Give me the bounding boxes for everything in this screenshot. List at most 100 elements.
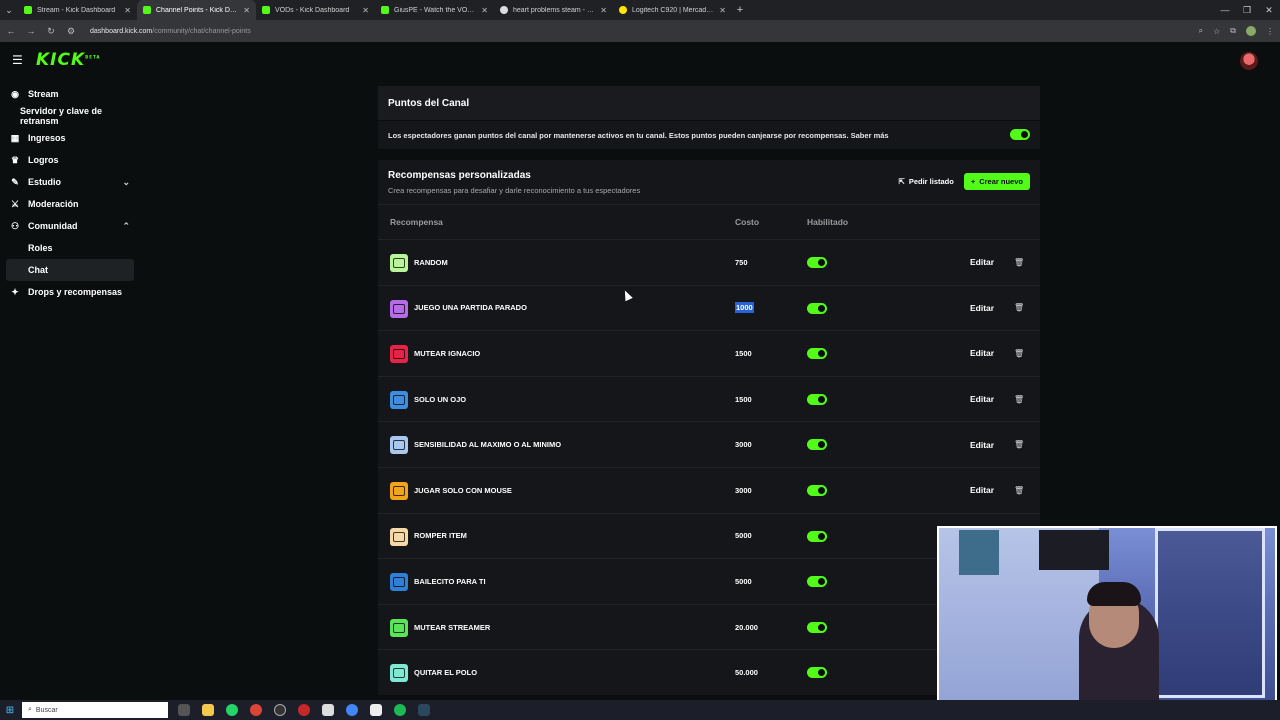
reward-enabled-toggle[interactable]	[807, 302, 827, 314]
sidebar-item[interactable]: ◉ Stream	[0, 83, 140, 105]
chevron-down-icon[interactable]: ⌄	[122, 177, 130, 188]
reward-enabled-toggle[interactable]	[807, 348, 827, 360]
webcam-shelf	[1155, 528, 1265, 698]
create-new-button[interactable]: + Crear nuevo	[963, 173, 1030, 190]
sidebar-item[interactable]: ▦ Ingresos	[0, 127, 140, 149]
edit-reward-button[interactable]: Editar	[970, 303, 994, 313]
reward-icon	[390, 527, 408, 546]
reward-enabled-toggle[interactable]	[807, 393, 827, 405]
reward-row: RANDOM 750 Editar 🗑	[378, 239, 1040, 285]
tab-title: Channel Points - Kick Dashboard	[156, 6, 238, 14]
sidebar-item[interactable]: ⚔ Moderación	[0, 193, 140, 215]
profile-icon[interactable]	[1246, 26, 1256, 36]
request-list-button[interactable]: ⇱ Pedir listado	[897, 173, 956, 190]
reward-enabled-toggle[interactable]	[807, 439, 827, 451]
create-new-label: Crear nuevo	[979, 177, 1023, 186]
browser-tab[interactable]: VODs - Kick Dashboard ✕	[256, 0, 375, 20]
trash-icon[interactable]: 🗑	[1014, 440, 1024, 449]
sidebar-subitem[interactable]: Servidor y clave de retransm	[0, 105, 140, 127]
epic-icon[interactable]	[322, 704, 334, 716]
zoom-icon[interactable]: ⌕	[1199, 26, 1203, 36]
edit-reward-button[interactable]: Editar	[970, 485, 994, 495]
extensions-icon[interactable]: ⧉	[1230, 26, 1236, 36]
app-red-icon[interactable]	[298, 704, 310, 716]
window-controls: — ❐ ✕	[1214, 0, 1280, 20]
edit-reward-button[interactable]: Editar	[970, 257, 994, 267]
reward-enabled-toggle[interactable]	[807, 484, 827, 496]
browser-menu-icon[interactable]: ⋮	[1266, 27, 1274, 36]
close-tab-icon[interactable]: ✕	[362, 6, 369, 15]
external-link-icon: ⇱	[898, 177, 905, 186]
channel-points-toggle[interactable]	[1010, 129, 1030, 140]
trash-icon[interactable]: 🗑	[1014, 258, 1024, 267]
windows-start-icon[interactable]: ⊞	[0, 705, 20, 716]
maximize-icon[interactable]: ❐	[1236, 0, 1258, 20]
browser-tab[interactable]: GiusPE - Watch the VOD on Kick ✕	[375, 0, 494, 20]
minimize-icon[interactable]: —	[1214, 0, 1236, 20]
windows-taskbar: ⊞ ⌕ Buscar	[0, 700, 1280, 720]
steam-icon[interactable]	[418, 704, 430, 716]
reward-row: JUEGO UNA PARTIDA PARADO 1000 Editar 🗑	[378, 284, 1040, 331]
close-tab-icon[interactable]: ✕	[719, 6, 726, 15]
site-info-icon[interactable]: ⚙	[66, 26, 76, 37]
back-icon[interactable]: ←	[6, 26, 16, 36]
sidebar-item[interactable]: ♛ Logros	[0, 149, 140, 171]
reward-enabled-toggle[interactable]	[807, 621, 827, 633]
close-tab-icon[interactable]: ✕	[243, 6, 250, 15]
obs-icon[interactable]	[274, 704, 286, 716]
reward-cost: 50.000	[735, 668, 758, 678]
reward-cost: 5000	[735, 576, 752, 586]
broadcast-icon: ◉	[11, 88, 19, 99]
custom-rewards-header: Recompensas personalizadas Crea recompen…	[378, 160, 1040, 204]
close-tab-icon[interactable]: ✕	[481, 6, 488, 15]
trash-icon[interactable]: 🗑	[1014, 349, 1024, 358]
close-tab-icon[interactable]: ✕	[600, 6, 607, 15]
sidebar-subitem[interactable]: Roles	[0, 237, 140, 259]
sidebar-subitem[interactable]: Chat	[6, 259, 134, 281]
close-window-icon[interactable]: ✕	[1258, 0, 1280, 20]
app-terminal-icon[interactable]	[370, 704, 382, 716]
edit-reward-button[interactable]: Editar	[970, 440, 994, 450]
close-tab-icon[interactable]: ✕	[124, 6, 131, 15]
edit-reward-button[interactable]: Editar	[970, 348, 994, 358]
forward-icon[interactable]: →	[26, 26, 36, 36]
sidebar-item[interactable]: ✎ Estudio ⌄	[0, 171, 140, 193]
edit-reward-button[interactable]: Editar	[970, 394, 994, 404]
browser-tab[interactable]: heart problems steam - Buscar ✕	[494, 0, 613, 20]
reward-icon	[390, 254, 408, 272]
kick-logo[interactable]: KICKBETA	[36, 50, 100, 70]
trash-icon[interactable]: 🗑	[1014, 303, 1024, 312]
reload-icon[interactable]: ↻	[46, 26, 56, 37]
bookmark-star-icon[interactable]: ☆	[1213, 27, 1220, 36]
reward-enabled-toggle[interactable]	[807, 257, 827, 268]
reward-name: JUGAR SOLO CON MOUSE	[414, 485, 512, 495]
chevron-up-icon[interactable]: ⌃	[122, 221, 130, 232]
reward-enabled-toggle[interactable]	[807, 530, 827, 542]
task-view-icon[interactable]	[178, 704, 190, 716]
trash-icon[interactable]: 🗑	[1014, 395, 1024, 404]
sidebar-item[interactable]: ✦ Drops y recompensas	[0, 281, 140, 303]
reward-enabled-toggle[interactable]	[807, 576, 827, 588]
whatsapp-icon[interactable]	[226, 704, 238, 716]
user-avatar[interactable]	[1240, 52, 1258, 70]
hamburger-menu-icon[interactable]: ☰	[12, 53, 24, 67]
taskbar-search[interactable]: ⌕ Buscar	[22, 702, 168, 718]
file-explorer-icon[interactable]	[202, 704, 214, 716]
people-icon: ⚇	[10, 220, 20, 231]
tab-list: Stream - Kick Dashboard ✕ Channel Points -…	[18, 0, 732, 20]
sidebar-item-label: Stream	[28, 89, 59, 99]
trash-icon[interactable]: 🗑	[1014, 486, 1024, 495]
reward-enabled-toggle[interactable]	[807, 667, 827, 679]
tab-search-icon[interactable]: ⌄	[0, 0, 18, 20]
chrome-icon[interactable]	[250, 704, 262, 716]
sidebar-item[interactable]: ⚇ Comunidad ⌃	[0, 215, 140, 237]
spotify-icon[interactable]	[394, 704, 406, 716]
url-field[interactable]: dashboard.kick.com/community/chat/channe…	[90, 28, 251, 35]
chrome-active-icon[interactable]	[346, 704, 358, 716]
browser-tab[interactable]: Logitech C920 | Mercado Libre ✕	[613, 0, 732, 20]
reward-icon	[390, 573, 408, 592]
new-tab-button[interactable]: +	[732, 4, 748, 16]
browser-tab[interactable]: Stream - Kick Dashboard ✕	[18, 0, 137, 20]
browser-tab[interactable]: Channel Points - Kick Dashboard ✕	[137, 0, 256, 20]
reward-icon	[390, 481, 408, 500]
